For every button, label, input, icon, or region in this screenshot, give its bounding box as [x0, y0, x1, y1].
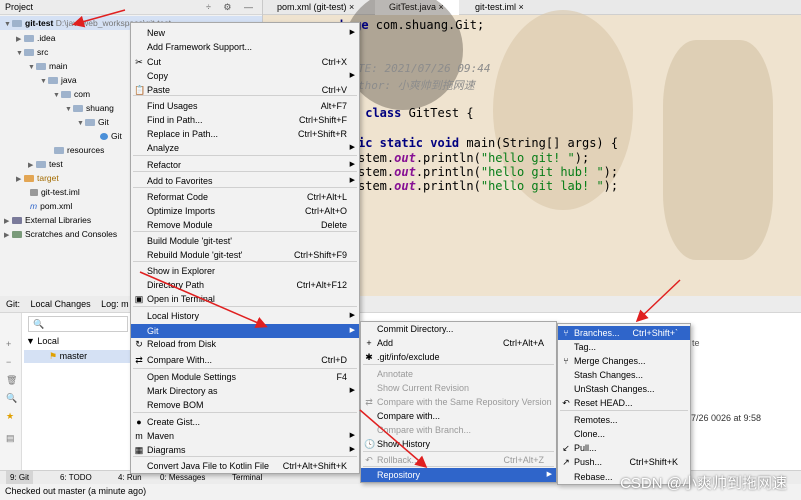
arrow-to-project [72, 9, 126, 28]
annotation-arrows [72, 9, 681, 468]
arrow-to-repository [359, 409, 428, 468]
arrow-to-branches [635, 279, 681, 323]
arrow-to-git [139, 271, 268, 328]
